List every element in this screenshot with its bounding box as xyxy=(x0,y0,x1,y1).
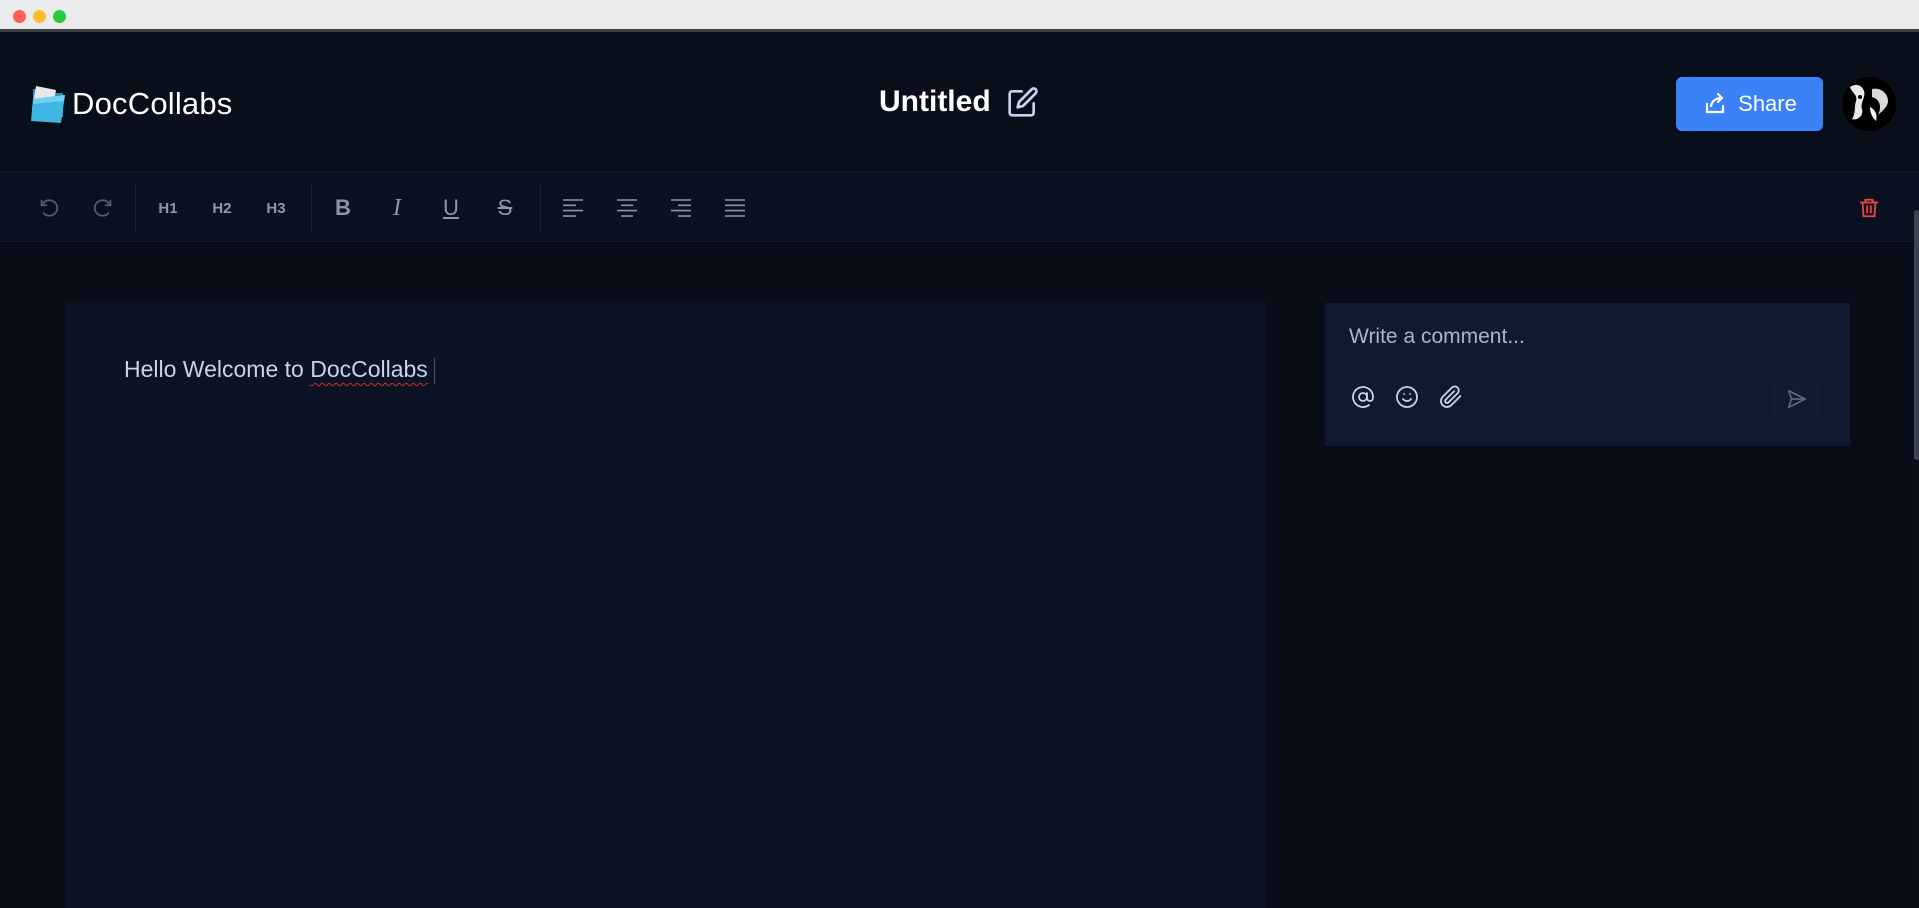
close-window-button[interactable] xyxy=(13,10,26,23)
italic-button[interactable]: I xyxy=(377,188,417,228)
app: DocCollabs Untitled Share H1 H2 H3 B I U… xyxy=(0,35,1919,908)
emoji-icon xyxy=(1396,386,1418,408)
text-caret xyxy=(433,357,435,384)
window-titlebar xyxy=(0,0,1919,32)
emoji-button[interactable] xyxy=(1391,381,1423,413)
heading-1-button[interactable]: H1 xyxy=(148,188,188,228)
send-comment-button[interactable] xyxy=(1773,379,1821,419)
align-center-icon xyxy=(617,199,637,217)
align-justify-button[interactable] xyxy=(715,188,755,228)
edit-title-icon[interactable] xyxy=(1007,86,1039,118)
align-center-button[interactable] xyxy=(607,188,647,228)
heading-3-button[interactable]: H3 xyxy=(256,188,296,228)
share-icon xyxy=(1706,92,1725,114)
redo-icon xyxy=(93,199,112,217)
heading-2-button[interactable]: H2 xyxy=(202,188,242,228)
mention-button[interactable] xyxy=(1347,381,1379,413)
minimize-window-button[interactable] xyxy=(33,10,46,23)
comment-panel xyxy=(1325,303,1850,446)
delete-document-button[interactable] xyxy=(1849,188,1889,228)
align-left-button[interactable] xyxy=(553,188,593,228)
formatting-toolbar: H1 H2 H3 B I U S xyxy=(0,174,1919,242)
scrollbar-thumb[interactable] xyxy=(1914,210,1919,460)
editor-paragraph[interactable]: Hello Welcome to DocCollabs xyxy=(124,356,435,384)
at-icon xyxy=(1352,386,1374,408)
header: DocCollabs Untitled Share xyxy=(0,35,1919,173)
undo-button[interactable] xyxy=(29,188,69,228)
bold-button[interactable]: B xyxy=(323,188,363,228)
document-title-area: Untitled xyxy=(879,85,1039,119)
brand-name: DocCollabs xyxy=(72,86,233,121)
misspelled-word[interactable]: DocCollabs xyxy=(310,356,428,382)
attach-button[interactable] xyxy=(1435,381,1467,413)
undo-icon xyxy=(40,199,59,217)
trash-icon xyxy=(1859,198,1879,218)
document-editor[interactable]: Hello Welcome to DocCollabs xyxy=(65,303,1265,908)
align-justify-icon xyxy=(725,199,745,217)
align-left-icon xyxy=(563,199,583,217)
share-button[interactable]: Share xyxy=(1676,77,1823,131)
toolbar-divider xyxy=(540,184,541,232)
underline-button[interactable]: U xyxy=(431,188,471,228)
align-right-icon xyxy=(671,199,691,217)
editor-text: Hello Welcome to xyxy=(124,356,311,382)
strikethrough-button[interactable]: S xyxy=(485,188,525,228)
folder-logo-icon xyxy=(30,83,66,125)
comment-input[interactable] xyxy=(1349,319,1819,355)
brand[interactable]: DocCollabs xyxy=(30,83,233,125)
user-avatar[interactable] xyxy=(1842,77,1896,131)
maximize-window-button[interactable] xyxy=(53,10,66,23)
toolbar-divider xyxy=(135,184,136,232)
document-title[interactable]: Untitled xyxy=(879,85,991,119)
send-icon xyxy=(1787,389,1807,409)
toolbar-divider xyxy=(311,184,312,232)
redo-button[interactable] xyxy=(83,188,123,228)
paperclip-icon xyxy=(1440,385,1462,408)
share-label: Share xyxy=(1738,91,1797,116)
align-right-button[interactable] xyxy=(661,188,701,228)
